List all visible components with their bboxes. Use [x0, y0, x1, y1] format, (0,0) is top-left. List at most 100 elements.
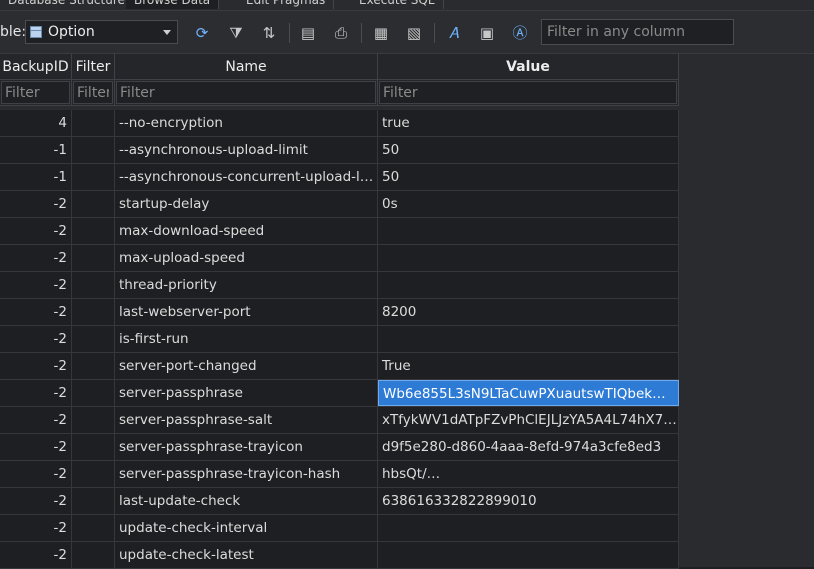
- cell-name[interactable]: update-check-interval: [115, 515, 378, 541]
- filter-input-name[interactable]: [116, 81, 376, 104]
- column-header-name[interactable]: Name: [115, 54, 378, 80]
- table-row[interactable]: -2 startup-delay 0s: [0, 191, 679, 218]
- table-row[interactable]: 4 --no-encryption true: [0, 110, 679, 137]
- cell-filter[interactable]: [72, 434, 115, 460]
- clear-filters-icon[interactable]: ⧩: [226, 23, 246, 43]
- cell-filter[interactable]: [72, 299, 115, 325]
- cell-value[interactable]: [378, 515, 679, 541]
- cell-backupid[interactable]: -2: [0, 407, 72, 433]
- delete-record-icon[interactable]: ▧: [404, 23, 424, 43]
- tab-edit-pragmas[interactable]: Edit Pragmas: [238, 0, 335, 9]
- cell-backupid[interactable]: -2: [0, 191, 72, 217]
- table-row[interactable]: -1 --asynchronous-upload-limit 50: [0, 137, 679, 164]
- table-row[interactable]: -2 server-passphrase-trayicon d9f5e280-d86…: [0, 434, 679, 461]
- cell-name[interactable]: last-update-check: [115, 488, 378, 514]
- cell-value[interactable]: 638616332822899010: [378, 488, 679, 514]
- table-row[interactable]: -2 server-port-changed True: [0, 353, 679, 380]
- cell-backupid[interactable]: -2: [0, 272, 72, 298]
- cell-value[interactable]: [378, 326, 679, 352]
- refresh-icon[interactable]: ⟳: [192, 23, 212, 43]
- cell-name[interactable]: max-download-speed: [115, 218, 378, 244]
- cell-value[interactable]: d9f5e280-d860-4aaa-8efd-974a3cfe8ed3: [378, 434, 679, 460]
- cell-name[interactable]: startup-delay: [115, 191, 378, 217]
- cell-backupid[interactable]: -2: [0, 218, 72, 244]
- cell-filter[interactable]: [72, 380, 115, 406]
- tab-execute-sql[interactable]: Execute SQL: [351, 0, 444, 9]
- cell-name[interactable]: last-webserver-port: [115, 299, 378, 325]
- cell-value[interactable]: [378, 245, 679, 271]
- cell-value-selected[interactable]: Wb6e855L3sN9LTaCuwPXuautswTIQbekm…: [378, 380, 679, 406]
- cell-filter[interactable]: [72, 137, 115, 163]
- filter-input-backupid[interactable]: [1, 81, 70, 104]
- cell-value[interactable]: 50: [378, 137, 679, 163]
- cell-backupid[interactable]: -2: [0, 353, 72, 379]
- cell-backupid[interactable]: -2: [0, 326, 72, 352]
- format-text-icon[interactable]: Ⓐ: [510, 23, 530, 43]
- cell-filter[interactable]: [72, 515, 115, 541]
- cell-filter[interactable]: [72, 164, 115, 190]
- cell-name[interactable]: --no-encryption: [115, 110, 378, 136]
- cell-name[interactable]: update-check-latest: [115, 542, 378, 568]
- table-row[interactable]: -2 update-check-latest: [0, 542, 679, 569]
- cell-filter[interactable]: [72, 191, 115, 217]
- tab-database-structure[interactable]: Database Structure: [0, 0, 134, 9]
- cell-name[interactable]: is-first-run: [115, 326, 378, 352]
- table-row[interactable]: -1 --asynchronous-concurrent-upload-limit…: [0, 164, 679, 191]
- cell-backupid[interactable]: -1: [0, 164, 72, 190]
- table-row[interactable]: -2 last-webserver-port 8200: [0, 299, 679, 326]
- cell-filter[interactable]: [72, 542, 115, 568]
- cell-name[interactable]: --asynchronous-upload-limit: [115, 137, 378, 163]
- cell-name[interactable]: --asynchronous-concurrent-upload-limit: [115, 164, 378, 190]
- global-filter-input[interactable]: [541, 19, 734, 45]
- cell-backupid[interactable]: -1: [0, 137, 72, 163]
- cell-backupid[interactable]: -2: [0, 299, 72, 325]
- table-row[interactable]: -2 is-first-run: [0, 326, 679, 353]
- table-row[interactable]: -2 update-check-interval: [0, 515, 679, 542]
- table-row[interactable]: -2 thread-priority: [0, 272, 679, 299]
- cell-backupid[interactable]: -2: [0, 245, 72, 271]
- cell-name[interactable]: server-passphrase-trayicon-hash: [115, 461, 378, 487]
- cell-backupid[interactable]: -2: [0, 542, 72, 568]
- filter-input-filter[interactable]: [73, 81, 113, 104]
- save-table-as-icon[interactable]: ▤: [298, 23, 318, 43]
- cell-filter[interactable]: [72, 110, 115, 136]
- column-header-backupid[interactable]: BackupID: [0, 54, 72, 80]
- find-replace-icon[interactable]: ▣: [477, 23, 497, 43]
- cell-value[interactable]: [378, 272, 679, 298]
- cell-backupid[interactable]: -2: [0, 461, 72, 487]
- cell-name[interactable]: server-port-changed: [115, 353, 378, 379]
- find-text-icon[interactable]: 𝐴: [444, 23, 464, 43]
- cell-filter[interactable]: [72, 461, 115, 487]
- cell-name[interactable]: server-passphrase-trayicon: [115, 434, 378, 460]
- cell-name[interactable]: server-passphrase-salt: [115, 407, 378, 433]
- cell-value[interactable]: true: [378, 110, 679, 136]
- insert-record-icon[interactable]: ▦: [371, 23, 391, 43]
- table-row[interactable]: -2 server-passphrase-salt xTfykWV1dATpFZvP…: [0, 407, 679, 434]
- cell-filter[interactable]: [72, 272, 115, 298]
- cell-filter[interactable]: [72, 218, 115, 244]
- cell-value[interactable]: [378, 542, 679, 568]
- cell-filter[interactable]: [72, 353, 115, 379]
- cell-value[interactable]: hbsQt/…: [378, 461, 679, 487]
- cell-filter[interactable]: [72, 245, 115, 271]
- cell-value[interactable]: True: [378, 353, 679, 379]
- cell-name[interactable]: max-upload-speed: [115, 245, 378, 271]
- cell-value[interactable]: 8200: [378, 299, 679, 325]
- cell-value[interactable]: [378, 218, 679, 244]
- cell-value[interactable]: xTfykWV1dATpFZvPhClEJLJzYA5A4L74hX7F…: [378, 407, 679, 433]
- table-select[interactable]: Option: [25, 20, 178, 44]
- cell-filter[interactable]: [72, 326, 115, 352]
- cell-value[interactable]: 0s: [378, 191, 679, 217]
- cell-backupid[interactable]: -2: [0, 380, 72, 406]
- cell-backupid[interactable]: -2: [0, 515, 72, 541]
- table-row[interactable]: -2 last-update-check 638616332822899010: [0, 488, 679, 515]
- print-icon[interactable]: ⎙: [331, 23, 351, 43]
- cell-value[interactable]: 50: [378, 164, 679, 190]
- table-row[interactable]: -2 max-download-speed: [0, 218, 679, 245]
- cell-backupid[interactable]: -2: [0, 488, 72, 514]
- cell-filter[interactable]: [72, 488, 115, 514]
- table-row[interactable]: -2 max-upload-speed: [0, 245, 679, 272]
- column-header-value[interactable]: Value: [378, 54, 679, 80]
- cell-filter[interactable]: [72, 407, 115, 433]
- cell-name[interactable]: server-passphrase: [115, 380, 378, 406]
